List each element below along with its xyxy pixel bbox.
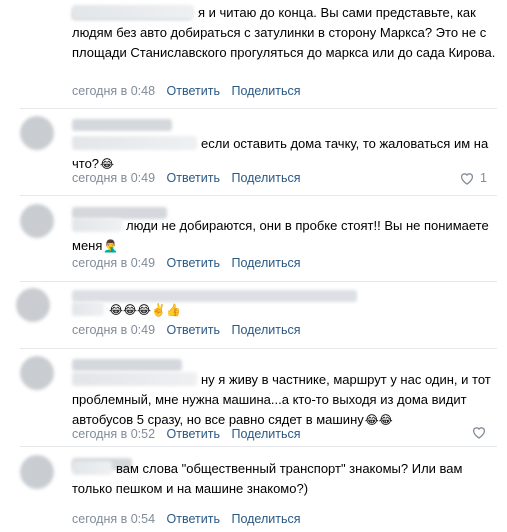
comment-meta: сегодня в 0:49 Ответить Поделиться (72, 169, 300, 187)
reply-button[interactable]: Ответить (167, 512, 220, 526)
comment-text: если оставить дома тачку, то жаловаться … (72, 134, 497, 174)
like-button[interactable]: 1 (459, 169, 487, 187)
avatar[interactable] (20, 356, 54, 390)
divider (20, 281, 497, 282)
timestamp[interactable]: сегодня в 0:54 (72, 512, 155, 526)
reply-button[interactable]: Ответить (167, 171, 220, 185)
reply-button[interactable]: Ответить (167, 323, 220, 337)
divider (20, 348, 497, 349)
comment-text: я и читаю до конца. Вы сами представьте,… (72, 3, 497, 63)
emoji: 😂😂😂✌️👍 (109, 303, 181, 317)
emoji: 🤦‍♂️ (103, 239, 119, 253)
heart-icon (472, 427, 486, 439)
avatar[interactable] (20, 204, 54, 238)
comment-meta: сегодня в 0:52 Ответить Поделиться (72, 425, 300, 443)
like-count: 1 (480, 171, 487, 185)
comment-text: ну я живу в частнике, маршрут у нас один… (72, 370, 497, 430)
emoji: 😂😂 (364, 413, 393, 427)
divider (20, 195, 497, 196)
comment-meta: сегодня в 0:49 Ответить Поделиться (72, 254, 300, 272)
avatar[interactable] (20, 116, 54, 150)
share-button[interactable]: Поделиться (231, 171, 300, 185)
share-button[interactable]: Поделиться (231, 427, 300, 441)
avatar[interactable] (20, 455, 54, 489)
divider (20, 446, 497, 447)
share-button[interactable]: Поделиться (231, 84, 300, 98)
timestamp[interactable]: сегодня в 0:48 (72, 84, 155, 98)
comment-meta: сегодня в 0:54 Ответить Поделиться (72, 510, 300, 528)
timestamp[interactable]: сегодня в 0:49 (72, 171, 155, 185)
like-button[interactable] (471, 425, 487, 439)
author-name[interactable] (72, 119, 172, 131)
timestamp[interactable]: сегодня в 0:52 (72, 427, 155, 441)
comment-meta: сегодня в 0:49 Ответить Поделиться (72, 321, 300, 339)
divider (20, 108, 497, 109)
comment-text-content: люди не добираются, они в пробке стоят!!… (72, 218, 489, 253)
timestamp[interactable]: сегодня в 0:49 (72, 323, 155, 337)
heart-icon (461, 173, 474, 185)
share-button[interactable]: Поделиться (231, 256, 300, 270)
comment-text: 😂😂😂✌️👍 (72, 300, 497, 320)
comment-text: вам слова "общественный транспорт" знако… (72, 459, 497, 499)
timestamp[interactable]: сегодня в 0:49 (72, 256, 155, 270)
comment-meta: сегодня в 0:48 Ответить Поделиться (72, 82, 300, 100)
comment-text-content: вам слова "общественный транспорт" знако… (72, 461, 463, 496)
avatar[interactable] (16, 288, 50, 322)
comment-text: люди не добираются, они в пробке стоят!!… (72, 216, 497, 256)
reply-button[interactable]: Ответить (167, 256, 220, 270)
share-button[interactable]: Поделиться (231, 323, 300, 337)
reply-button[interactable]: Ответить (167, 84, 220, 98)
share-button[interactable]: Поделиться (231, 512, 300, 526)
reply-button[interactable]: Ответить (167, 427, 220, 441)
